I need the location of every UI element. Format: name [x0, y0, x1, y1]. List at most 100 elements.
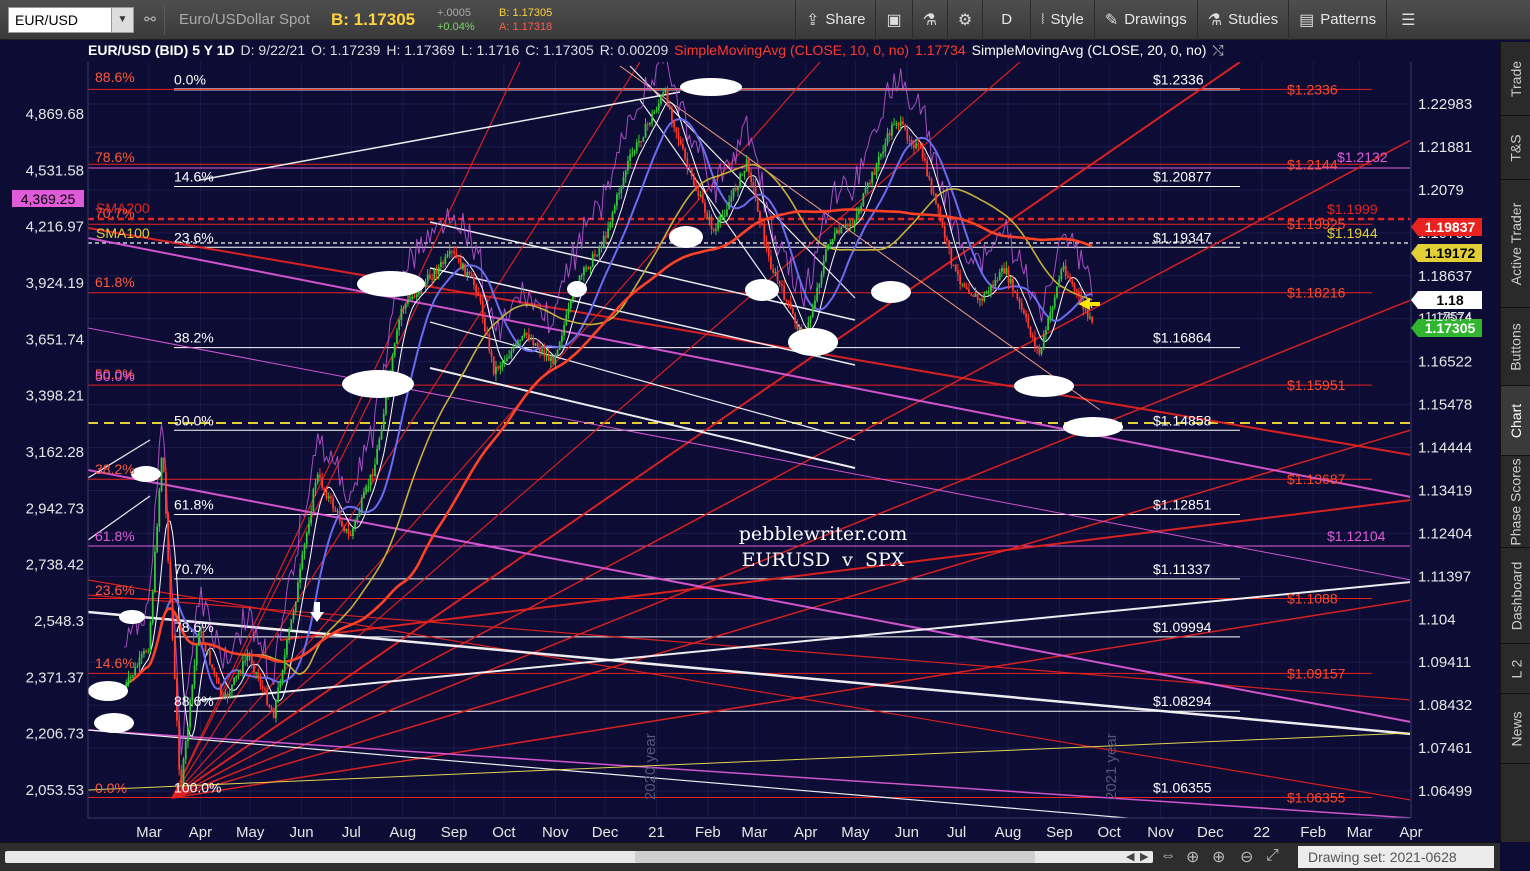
- candle-body: [1012, 278, 1014, 291]
- candle-body: [442, 262, 445, 264]
- candle-body: [666, 88, 669, 106]
- candle-body: [407, 299, 409, 304]
- candle-body: [671, 108, 673, 121]
- settings-button[interactable]: ⚙: [946, 0, 982, 40]
- side-tab-t-s[interactable]: T&S: [1501, 116, 1530, 180]
- period-button[interactable]: D: [982, 0, 1030, 40]
- candle-body: [347, 528, 350, 535]
- top-toolbar: EUR/USD ▼ ⚯ Euro/USDollar Spot B: 1.1730…: [0, 0, 1530, 40]
- snapshot-button[interactable]: ▣: [875, 0, 911, 40]
- candle-body: [778, 280, 781, 285]
- horizontal-scrollbar[interactable]: [5, 851, 1153, 863]
- candle-body: [684, 148, 687, 159]
- side-tab-trade[interactable]: Trade: [1501, 42, 1530, 116]
- drawing-set-selector[interactable]: Drawing set: 2021-0628: [1298, 846, 1494, 868]
- y-left-tick-label: 2,548.3: [34, 613, 84, 630]
- candle-body: [396, 330, 398, 344]
- reset-zoom-icon[interactable]: ⤢: [1266, 847, 1279, 865]
- fib-price-red: $1.1088: [1287, 591, 1338, 607]
- candle-body: [871, 172, 874, 184]
- share-button[interactable]: ⇪ Share: [795, 0, 875, 40]
- side-tab-buttons[interactable]: Buttons: [1501, 308, 1530, 386]
- candle-body: [532, 338, 535, 346]
- fib-price-red: $1.18216: [1287, 285, 1346, 301]
- candle-body: [385, 396, 387, 414]
- chart-canvas[interactable]: 2020 year 2021 year 0.0% $1.2336 14.6% $1.208…: [0, 0, 1500, 842]
- sma200-label: SMA200: [96, 200, 150, 216]
- symbol-selector[interactable]: EUR/USD ▼: [8, 6, 134, 33]
- link-icon[interactable]: ⚯: [142, 11, 158, 28]
- fib-price-red: $1.09157: [1287, 665, 1346, 681]
- side-tab-chart[interactable]: Chart: [1501, 386, 1530, 456]
- menu-button[interactable]: ☰: [1386, 0, 1429, 40]
- candle-body: [1053, 297, 1056, 308]
- drawings-button[interactable]: ✎ Drawings: [1093, 0, 1197, 40]
- candle-body: [534, 343, 537, 346]
- candle-body: [1018, 298, 1021, 304]
- side-tab-news[interactable]: News: [1501, 694, 1530, 764]
- candle-body: [1067, 276, 1069, 278]
- candle-body: [776, 271, 779, 281]
- candle-body: [277, 687, 280, 701]
- flask-button[interactable]: ⚗: [911, 0, 947, 40]
- chevron-down-icon[interactable]: ▼: [111, 7, 133, 32]
- y-right-tick-label: 1.06499: [1418, 783, 1472, 800]
- header-range: R: 0.00209: [599, 42, 669, 58]
- zoom-out-icon[interactable]: ⊖: [1240, 847, 1253, 867]
- zoom-in-icon[interactable]: ⊕: [1212, 847, 1225, 867]
- candle-body: [149, 622, 152, 652]
- candle-body: [433, 269, 436, 280]
- fib-price-white: $1.2336: [1153, 71, 1204, 87]
- header-sma10: SimpleMovingAvg (CLOSE, 10, 0, no): [674, 42, 910, 58]
- candle-body: [239, 672, 242, 674]
- candle-body: [349, 534, 352, 536]
- side-tab-dashboard[interactable]: Dashboard: [1501, 548, 1530, 644]
- candle-body: [633, 151, 636, 154]
- candle-body: [521, 335, 524, 341]
- candle-body: [464, 263, 467, 277]
- annotation-ellipse: [342, 370, 414, 398]
- fib-pct-white: 38.2%: [174, 330, 214, 346]
- expand-icon[interactable]: ⇔: [1160, 847, 1176, 865]
- candle-body: [325, 490, 328, 499]
- y-right-tick-label: 1.21881: [1418, 139, 1472, 156]
- menu-icon: ☰: [1401, 11, 1416, 29]
- scrollbar-thumb[interactable]: [635, 851, 1035, 863]
- patterns-button[interactable]: ▤ Patterns: [1288, 0, 1386, 40]
- header-high: H: 1.17369: [386, 42, 455, 58]
- header-sma20: SimpleMovingAvg (CLOSE, 20, 0, no): [971, 42, 1207, 58]
- candle-body: [479, 295, 482, 302]
- studies-button[interactable]: ⚗ Studies: [1196, 0, 1288, 40]
- candle-body: [1009, 278, 1012, 283]
- candle-body: [156, 526, 159, 552]
- candle-body: [719, 215, 722, 222]
- candle-body: [360, 498, 363, 511]
- candle-body: [730, 196, 733, 202]
- candle-body: [178, 720, 181, 770]
- candle-body: [310, 511, 313, 524]
- candle-body: [972, 294, 975, 297]
- candle-body: [222, 695, 225, 697]
- scroll-left-icon[interactable]: ◀: [1126, 850, 1134, 863]
- candle-body: [470, 274, 473, 278]
- y-left-tick-label: 2,206.73: [26, 726, 84, 743]
- candle-body: [818, 284, 821, 288]
- side-tab-l-2[interactable]: L 2: [1501, 644, 1530, 694]
- candle-body: [915, 143, 918, 148]
- symbol-description: Euro/USDollar Spot: [179, 11, 310, 28]
- style-button[interactable]: ⧘ Style: [1030, 0, 1094, 40]
- side-tab-active-trader[interactable]: Active Trader: [1501, 180, 1530, 308]
- y-left-tick-label: 2,053.53: [26, 782, 84, 799]
- candle-body: [297, 582, 299, 602]
- crosshair-icon[interactable]: ⊕: [1186, 847, 1199, 867]
- annotation-ellipse: [871, 281, 911, 303]
- header-close: C: 1.17305: [525, 42, 594, 58]
- side-tab-phase-scores[interactable]: Phase Scores: [1501, 456, 1530, 548]
- candle-body: [286, 640, 288, 655]
- candle-body: [1073, 284, 1076, 290]
- scroll-right-icon[interactable]: ▶: [1140, 850, 1148, 863]
- candle-body: [541, 349, 544, 352]
- candle-body: [484, 318, 486, 332]
- collapse-icon[interactable]: ⤭: [1212, 42, 1223, 60]
- candle-body: [1075, 289, 1078, 292]
